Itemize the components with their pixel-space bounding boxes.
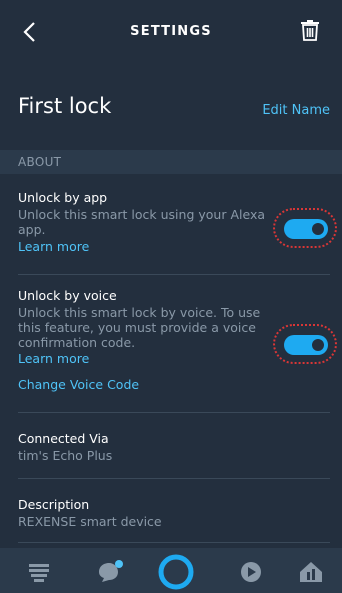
divider (18, 274, 330, 275)
unlock-app-description: Unlock this smart lock using your Alexa … (18, 207, 265, 237)
connected-via-title: Connected Via (18, 431, 109, 446)
description-title: Description (18, 497, 90, 512)
nav-home[interactable] (24, 558, 54, 586)
back-button[interactable] (20, 20, 42, 44)
nav-communicate[interactable] (94, 558, 124, 586)
section-label: ABOUT (18, 155, 62, 169)
chat-icon (99, 560, 123, 582)
unlock-app-toggle[interactable] (284, 219, 328, 239)
edit-name-link[interactable]: Edit Name (262, 103, 330, 118)
unlock-voice-description: Unlock this smart lock by voice. To use … (18, 305, 261, 350)
description-value: REXENSE smart device (18, 514, 162, 529)
connected-via-value: tim's Echo Plus (18, 448, 113, 463)
nav-devices[interactable] (296, 558, 326, 586)
device-name: First lock (18, 94, 112, 118)
toggle-knob (312, 223, 324, 235)
nav-play[interactable] (236, 558, 266, 586)
highlight-ring (273, 208, 337, 248)
unlock-voice-toggle[interactable] (284, 335, 328, 355)
divider (18, 412, 330, 413)
highlight-ring (273, 324, 337, 364)
change-voice-code-link[interactable]: Change Voice Code (18, 377, 139, 392)
smart-home-icon (300, 562, 322, 582)
alexa-icon (158, 554, 194, 590)
delete-button[interactable] (300, 18, 320, 42)
bottom-nav (0, 548, 342, 593)
chevron-left-icon (23, 22, 35, 42)
play-icon (241, 562, 261, 582)
divider (18, 478, 330, 479)
section-header: ABOUT (0, 150, 342, 174)
unlock-app-title: Unlock by app (18, 190, 108, 205)
unlock-voice-title: Unlock by voice (18, 288, 117, 303)
unlock-app-learn-more[interactable]: Learn more (18, 239, 89, 254)
unlock-voice-learn-more[interactable]: Learn more (18, 351, 89, 366)
toggle-knob (312, 339, 324, 351)
device-name-row: First lock Edit Name (0, 92, 342, 132)
trash-icon (301, 20, 319, 41)
page-title: SETTINGS (130, 23, 212, 39)
divider (18, 542, 330, 543)
top-bar: SETTINGS (0, 0, 342, 62)
nav-alexa[interactable] (156, 552, 196, 592)
home-icon (29, 564, 49, 582)
